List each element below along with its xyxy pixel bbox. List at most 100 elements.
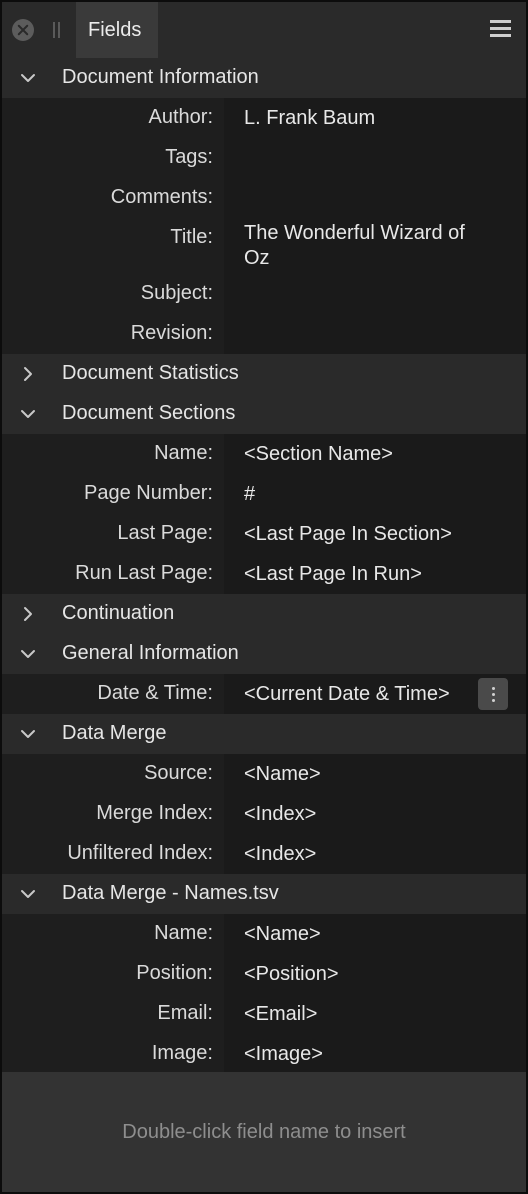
field-row-author: Author: L. Frank Baum bbox=[2, 98, 526, 138]
field-label-page-number[interactable]: Page Number: bbox=[84, 482, 213, 505]
tab-fields-label: Fields bbox=[88, 19, 142, 41]
section-title: Data Merge bbox=[62, 722, 167, 744]
field-label-image[interactable]: Image: bbox=[152, 1042, 213, 1065]
field-row-tags: Tags: bbox=[2, 138, 526, 178]
field-value-cell bbox=[224, 178, 526, 218]
section-header-document-sections[interactable]: Document Sections bbox=[2, 394, 526, 434]
field-label-merge-index[interactable]: Merge Index: bbox=[96, 802, 213, 825]
field-label-cell[interactable]: Run Last Page: bbox=[2, 554, 224, 594]
hamburger-menu-icon[interactable] bbox=[490, 20, 511, 38]
field-value-position: <Position> bbox=[244, 963, 339, 985]
field-label-cell[interactable]: Name: bbox=[2, 914, 224, 954]
field-value-cell: L. Frank Baum bbox=[224, 98, 526, 138]
section-header-continuation[interactable]: Continuation bbox=[2, 594, 526, 634]
field-label-cell[interactable]: Merge Index: bbox=[2, 794, 224, 834]
field-label-cell[interactable]: Source: bbox=[2, 754, 224, 794]
field-label-date-time[interactable]: Date & Time: bbox=[97, 682, 213, 705]
vertical-ellipsis-icon[interactable] bbox=[478, 678, 508, 710]
field-value-email: <Email> bbox=[244, 1003, 318, 1025]
field-label-cell[interactable]: Revision: bbox=[2, 314, 224, 354]
field-label-name[interactable]: Name: bbox=[154, 442, 213, 465]
field-value-cell: <Index> bbox=[224, 794, 526, 834]
field-row-run-last-page: Run Last Page: <Last Page In Run> bbox=[2, 554, 526, 594]
field-label-cell[interactable]: Position: bbox=[2, 954, 224, 994]
field-label-run-last-page[interactable]: Run Last Page: bbox=[75, 562, 213, 585]
field-row-comments: Comments: bbox=[2, 178, 526, 218]
field-label-title[interactable]: Title: bbox=[170, 226, 213, 249]
field-value-page-number: # bbox=[244, 483, 256, 505]
field-label-position[interactable]: Position: bbox=[136, 962, 213, 985]
field-value-cell: <Email> bbox=[224, 994, 526, 1034]
chevron-down-icon[interactable] bbox=[20, 70, 36, 86]
field-row-revision: Revision: bbox=[2, 314, 526, 354]
field-label-cell[interactable]: Date & Time: bbox=[2, 674, 224, 714]
field-label-name[interactable]: Name: bbox=[154, 922, 213, 945]
field-label-cell[interactable]: Email: bbox=[2, 994, 224, 1034]
field-label-comments[interactable]: Comments: bbox=[111, 186, 213, 209]
field-row-source: Source: <Name> bbox=[2, 754, 526, 794]
field-label-revision[interactable]: Revision: bbox=[131, 322, 213, 345]
field-label-cell[interactable]: Title: bbox=[2, 218, 224, 274]
section-header-general-information[interactable]: General Information bbox=[2, 634, 526, 674]
field-label-cell[interactable]: Last Page: bbox=[2, 514, 224, 554]
field-value-cell bbox=[224, 274, 526, 314]
tab-fields[interactable]: Fields bbox=[76, 2, 158, 58]
field-label-cell[interactable]: Tags: bbox=[2, 138, 224, 178]
field-label-tags[interactable]: Tags: bbox=[165, 146, 213, 169]
field-value-cell: <Last Page In Section> bbox=[224, 514, 526, 554]
section-title: Document Sections bbox=[62, 402, 236, 424]
field-label-cell[interactable]: Comments: bbox=[2, 178, 224, 218]
field-label-unfiltered-index[interactable]: Unfiltered Index: bbox=[67, 842, 213, 865]
field-value-cell: <Last Page In Run> bbox=[224, 554, 526, 594]
field-value-last-page: <Last Page In Section> bbox=[244, 523, 452, 545]
chevron-down-icon[interactable] bbox=[20, 726, 36, 742]
field-label-cell[interactable]: Unfiltered Index: bbox=[2, 834, 224, 874]
field-value-author: L. Frank Baum bbox=[244, 107, 376, 129]
chevron-down-icon[interactable] bbox=[20, 646, 36, 662]
field-row-image: Image: <Image> bbox=[2, 1034, 526, 1072]
field-row-section-name: Name: <Section Name> bbox=[2, 434, 526, 474]
section-header-document-statistics[interactable]: Document Statistics bbox=[2, 354, 526, 394]
chevron-down-icon[interactable] bbox=[20, 886, 36, 902]
field-label-author[interactable]: Author: bbox=[149, 106, 213, 129]
field-value-cell: The Wonderful Wizard of Oz bbox=[224, 218, 526, 274]
field-value-cell bbox=[224, 314, 526, 354]
field-label-subject[interactable]: Subject: bbox=[141, 282, 213, 305]
section-title: Data Merge - Names.tsv bbox=[62, 882, 279, 904]
field-label-cell[interactable]: Subject: bbox=[2, 274, 224, 314]
drag-handle-icon[interactable] bbox=[52, 22, 62, 38]
field-value-merge-name: <Name> bbox=[244, 923, 321, 945]
section-title: Continuation bbox=[62, 602, 175, 624]
chevron-down-icon[interactable] bbox=[20, 406, 36, 422]
field-label-cell[interactable]: Author: bbox=[2, 98, 224, 138]
field-label-last-page[interactable]: Last Page: bbox=[117, 522, 213, 545]
field-label-email[interactable]: Email: bbox=[157, 1002, 213, 1025]
field-value-cell: # bbox=[224, 474, 526, 514]
field-row-position: Position: <Position> bbox=[2, 954, 526, 994]
hint-footer: Double-click field name to insert bbox=[2, 1072, 526, 1192]
field-value-unfiltered-index: <Index> bbox=[244, 843, 317, 865]
field-value-cell: <Name> bbox=[224, 914, 526, 954]
insert-hint-text: Double-click field name to insert bbox=[122, 1121, 406, 1143]
section-header-document-information[interactable]: Document Information bbox=[2, 58, 526, 98]
field-label-cell[interactable]: Page Number: bbox=[2, 474, 224, 514]
section-header-data-merge-names[interactable]: Data Merge - Names.tsv bbox=[2, 874, 526, 914]
chevron-right-icon[interactable] bbox=[20, 606, 36, 622]
field-value-title: The Wonderful Wizard of Oz bbox=[244, 222, 465, 269]
field-value-cell bbox=[224, 138, 526, 178]
field-label-cell[interactable]: Image: bbox=[2, 1034, 224, 1072]
field-row-merge-name: Name: <Name> bbox=[2, 914, 526, 954]
field-row-page-number: Page Number: # bbox=[2, 474, 526, 514]
field-value-source: <Name> bbox=[244, 763, 321, 785]
field-value-cell: <Position> bbox=[224, 954, 526, 994]
fields-panel: Fields Document Information Author: L. F… bbox=[0, 0, 528, 1194]
field-label-cell[interactable]: Name: bbox=[2, 434, 224, 474]
field-value-cell: <Name> bbox=[224, 754, 526, 794]
section-header-data-merge[interactable]: Data Merge bbox=[2, 714, 526, 754]
field-row-email: Email: <Email> bbox=[2, 994, 526, 1034]
field-value-cell: <Image> bbox=[224, 1034, 526, 1072]
chevron-right-icon[interactable] bbox=[20, 366, 36, 382]
field-label-source[interactable]: Source: bbox=[144, 762, 213, 785]
close-icon[interactable] bbox=[12, 19, 34, 41]
field-value-run-last-page: <Last Page In Run> bbox=[244, 563, 422, 585]
